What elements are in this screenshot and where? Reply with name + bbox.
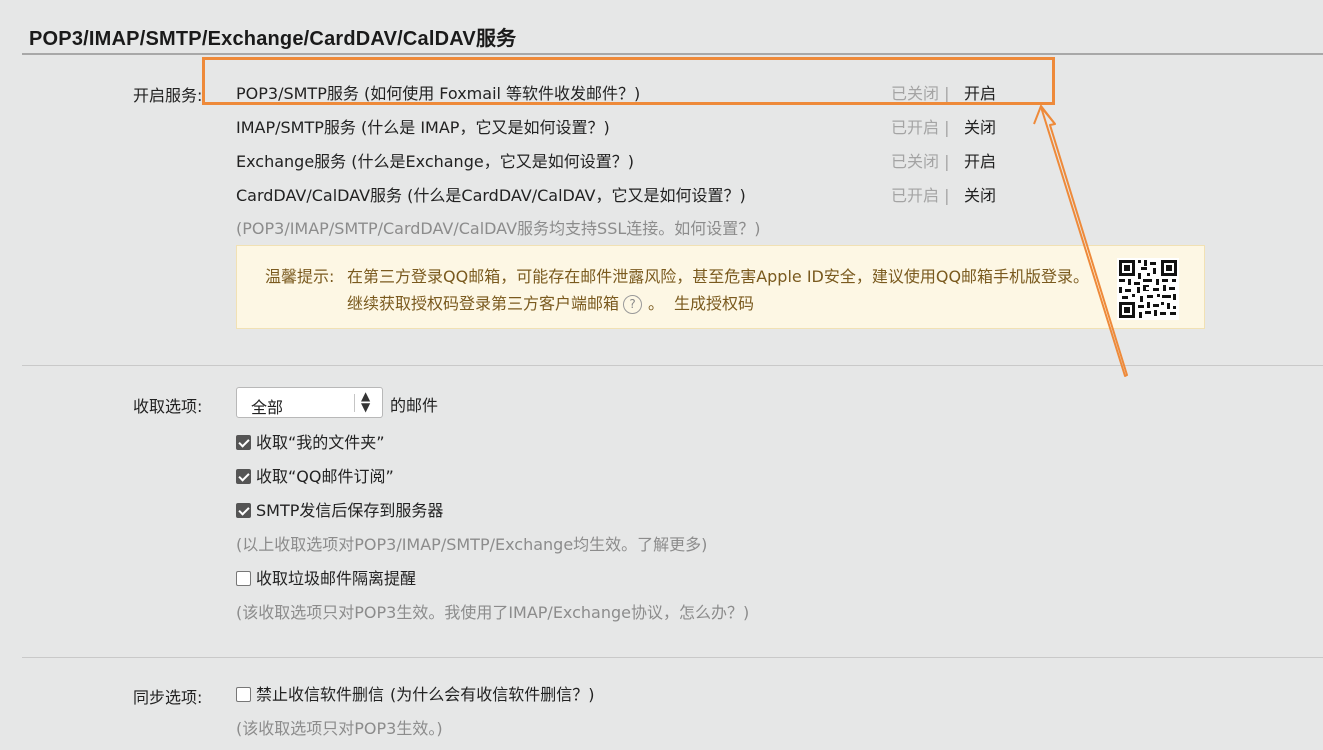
service-help-link[interactable]: (什么是 IMAP，它又是如何设置？)	[356, 118, 610, 137]
pop3-only-note-link[interactable]: (该收取选项只对POP3生效。我使用了IMAP/Exchange协议，怎么办？)	[236, 599, 749, 623]
checkbox-label: 禁止收信软件删信	[256, 685, 385, 704]
service-toggle-button[interactable]: 开启	[964, 80, 996, 104]
service-name: IMAP/SMTP服务 (什么是 IMAP，它又是如何设置？)	[236, 118, 610, 137]
generate-auth-code-link[interactable]: 生成授权码	[674, 294, 754, 313]
checkbox-checked-icon[interactable]	[236, 503, 251, 518]
service-toggle-button[interactable]: 开启	[964, 148, 996, 172]
receive-scope-select[interactable]: 全部 ▲ ▼	[236, 387, 383, 418]
notice-text-line2: 继续获取授权码登录第三方客户端邮箱?。生成授权码	[347, 294, 755, 314]
service-help-link[interactable]: (什么是Exchange，它又是如何设置？)	[346, 152, 634, 171]
service-row-imap: IMAP/SMTP服务 (什么是 IMAP，它又是如何设置？) 已开启 | 关闭	[236, 114, 1006, 138]
qr-code-icon	[1117, 258, 1179, 320]
service-toggle-button[interactable]: 关闭	[964, 182, 996, 206]
service-name: CardDAV/CalDAV服务 (什么是CardDAV/CalDAV，它又是如…	[236, 186, 746, 205]
service-toggle-button[interactable]: 关闭	[964, 114, 996, 138]
select-separator	[354, 394, 355, 412]
sync-note: (该收取选项只对POP3生效。)	[236, 719, 443, 738]
service-status: 已关闭 |	[891, 152, 950, 171]
up-down-arrows-icon: ▲ ▼	[361, 389, 371, 414]
checkbox-unchecked-icon[interactable]	[236, 687, 251, 702]
ssl-note-link[interactable]: (POP3/IMAP/SMTP/CardDAV/CalDAV服务均支持SSL连接…	[236, 215, 761, 239]
checkbox-label: 收取“我的文件夹”	[256, 433, 385, 452]
checkbox-label: 收取垃圾邮件隔离提醒	[256, 569, 417, 588]
checkbox-checked-icon[interactable]	[236, 435, 251, 450]
service-row-carddav: CardDAV/CalDAV服务 (什么是CardDAV/CalDAV，它又是如…	[236, 182, 1006, 206]
notice-text: 在第三方登录QQ邮箱，可能存在邮件泄露风险，甚至危害Apple ID安全，建议使…	[347, 267, 1090, 286]
service-status: 已开启 |	[891, 186, 950, 205]
question-circle-icon[interactable]: ?	[623, 295, 643, 314]
service-help-link[interactable]: (什么是CardDAV/CalDAV，它又是如何设置？)	[402, 186, 746, 205]
services-label: 开启服务:	[133, 86, 203, 105]
checkbox-label: 收取“QQ邮件订阅”	[256, 467, 394, 486]
checkbox-smtp-save[interactable]: SMTP发信后保存到服务器	[236, 497, 444, 520]
checkbox-checked-icon[interactable]	[236, 469, 251, 484]
service-status: 已关闭 |	[891, 84, 950, 103]
checkbox-unchecked-icon[interactable]	[236, 571, 251, 586]
annotation-arrow-icon	[1033, 103, 1128, 377]
checkbox-qq-subscriptions[interactable]: 收取“QQ邮件订阅”	[236, 463, 394, 486]
receive-note-link[interactable]: (以上收取选项对POP3/IMAP/SMTP/Exchange均生效。了解更多)	[236, 531, 707, 555]
warning-notice: 温馨提示: 在第三方登录QQ邮箱，可能存在邮件泄露风险，甚至危害Apple ID…	[236, 245, 1205, 329]
select-value: 全部	[251, 398, 284, 417]
checkbox-no-delete[interactable]: 禁止收信软件删信 (为什么会有收信软件删信？)	[236, 681, 595, 704]
section-divider	[22, 365, 1323, 366]
title-divider	[22, 53, 1323, 55]
select-suffix: 的邮件	[390, 396, 439, 415]
service-name: POP3/SMTP服务 (如何使用 Foxmail 等软件收发邮件？)	[236, 84, 641, 103]
receive-label: 收取选项:	[133, 397, 203, 416]
section-divider	[22, 657, 1323, 658]
checkbox-label: SMTP发信后保存到服务器	[256, 501, 444, 520]
service-row-exchange: Exchange服务 (什么是Exchange，它又是如何设置？) 已关闭 | …	[236, 148, 1006, 172]
service-help-link[interactable]: (如何使用 Foxmail 等软件收发邮件？)	[359, 84, 640, 103]
page-title: POP3/IMAP/SMTP/Exchange/CardDAV/CalDAV服务	[29, 28, 517, 50]
checkbox-my-folders[interactable]: 收取“我的文件夹”	[236, 429, 385, 452]
service-row-pop3: POP3/SMTP服务 (如何使用 Foxmail 等软件收发邮件？) 已关闭 …	[236, 80, 1006, 104]
service-status: 已开启 |	[891, 118, 950, 137]
notice-label: 温馨提示:	[265, 267, 335, 286]
checkbox-spam-reminder[interactable]: 收取垃圾邮件隔离提醒	[236, 565, 417, 588]
sync-label: 同步选项:	[133, 688, 203, 707]
no-delete-help-link[interactable]: (为什么会有收信软件删信？)	[390, 685, 595, 704]
service-name: Exchange服务 (什么是Exchange，它又是如何设置？)	[236, 152, 634, 171]
